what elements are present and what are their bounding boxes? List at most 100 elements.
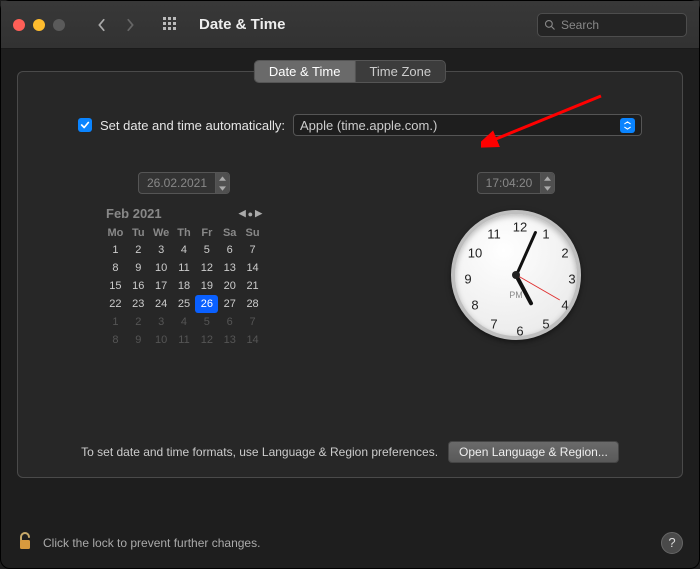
- clock-number: 8: [471, 298, 478, 313]
- clock-number: 4: [561, 298, 568, 313]
- calendar-day[interactable]: 8: [104, 259, 127, 277]
- clock-minute-hand: [515, 231, 537, 276]
- calendar-day[interactable]: 4: [173, 241, 196, 259]
- calendar-day[interactable]: 5: [195, 313, 218, 331]
- time-server-field[interactable]: Apple (time.apple.com.): [293, 114, 642, 136]
- clock-number: 7: [490, 317, 497, 332]
- help-button[interactable]: ?: [661, 532, 683, 554]
- calendar-day[interactable]: 13: [218, 331, 241, 349]
- calendar-day[interactable]: 2: [127, 241, 150, 259]
- nav-arrows: [89, 14, 143, 36]
- calendar-day[interactable]: 5: [195, 241, 218, 259]
- calendar-day[interactable]: 1: [104, 313, 127, 331]
- calendar-day[interactable]: 4: [173, 313, 196, 331]
- calendar-day[interactable]: 27: [218, 295, 241, 313]
- zoom-window-button[interactable]: [53, 19, 65, 31]
- calendar-day[interactable]: 1: [104, 241, 127, 259]
- calendar-title: Feb 2021: [106, 206, 162, 221]
- date-column: 26.02.2021 Feb 2021 ◀ ● ▶ MoTuWeThFrSaSu…: [18, 172, 350, 349]
- lock-icon[interactable]: [17, 531, 33, 554]
- calendar-dow: Sa: [218, 225, 241, 241]
- calendar-day[interactable]: 10: [150, 259, 173, 277]
- auto-time-label: Set date and time automatically:: [100, 118, 285, 133]
- clock-number: 2: [561, 246, 568, 261]
- date-stepper[interactable]: [215, 173, 229, 193]
- calendar: Feb 2021 ◀ ● ▶ MoTuWeThFrSaSu12345678910…: [104, 206, 264, 349]
- date-step-down-icon[interactable]: [216, 183, 229, 193]
- calendar-day[interactable]: 2: [127, 313, 150, 331]
- calendar-day[interactable]: 25: [173, 295, 196, 313]
- calendar-dow: Tu: [127, 225, 150, 241]
- calendar-day[interactable]: 21: [241, 277, 264, 295]
- calendar-prev-icon[interactable]: ◀: [239, 208, 246, 219]
- calendar-day[interactable]: 16: [127, 277, 150, 295]
- calendar-day[interactable]: 3: [150, 241, 173, 259]
- clock-ampm: PM: [509, 290, 523, 300]
- calendar-day[interactable]: 28: [241, 295, 264, 313]
- calendar-day[interactable]: 6: [218, 241, 241, 259]
- forward-button[interactable]: [117, 14, 143, 36]
- calendar-day[interactable]: 19: [195, 277, 218, 295]
- calendar-day[interactable]: 22: [104, 295, 127, 313]
- time-value: 17:04:20: [478, 176, 541, 190]
- analog-clock: PM 121234567891011: [451, 210, 581, 340]
- calendar-day[interactable]: 7: [241, 241, 264, 259]
- calendar-day[interactable]: 7: [241, 313, 264, 331]
- open-language-region-button[interactable]: Open Language & Region...: [448, 441, 619, 463]
- close-window-button[interactable]: [13, 19, 25, 31]
- calendar-day[interactable]: 9: [127, 259, 150, 277]
- calendar-day[interactable]: 9: [127, 331, 150, 349]
- time-server-disclosure-icon[interactable]: [620, 118, 635, 133]
- format-hint: To set date and time formats, use Langua…: [81, 445, 438, 459]
- titlebar: Date & Time Search: [1, 1, 699, 49]
- calendar-day[interactable]: 14: [241, 331, 264, 349]
- date-field[interactable]: 26.02.2021: [138, 172, 230, 194]
- calendar-day[interactable]: 20: [218, 277, 241, 295]
- calendar-day[interactable]: 12: [195, 331, 218, 349]
- show-all-prefs-button[interactable]: [163, 17, 179, 33]
- calendar-dow: Su: [241, 225, 264, 241]
- calendar-day[interactable]: 23: [127, 295, 150, 313]
- date-step-up-icon[interactable]: [216, 173, 229, 183]
- time-field[interactable]: 17:04:20: [477, 172, 556, 194]
- tab-date-time[interactable]: Date & Time: [255, 61, 356, 82]
- calendar-day[interactable]: 14: [241, 259, 264, 277]
- clock-number: 9: [464, 272, 471, 287]
- time-step-down-icon[interactable]: [541, 183, 554, 193]
- tab-time-zone[interactable]: Time Zone: [355, 61, 445, 82]
- calendar-day[interactable]: 17: [150, 277, 173, 295]
- calendar-day[interactable]: 10: [150, 331, 173, 349]
- calendar-day[interactable]: 6: [218, 313, 241, 331]
- time-column: 17:04:20 PM 121234567891011: [350, 172, 682, 349]
- tab-bar: Date & Time Time Zone: [254, 60, 446, 83]
- window-title: Date & Time: [199, 16, 285, 33]
- calendar-dow: Th: [173, 225, 196, 241]
- auto-time-checkbox[interactable]: [78, 118, 92, 132]
- back-button[interactable]: [89, 14, 115, 36]
- calendar-day[interactable]: 3: [150, 313, 173, 331]
- calendar-today-icon[interactable]: ●: [248, 209, 253, 219]
- calendar-day[interactable]: 26: [195, 295, 218, 313]
- calendar-day[interactable]: 15: [104, 277, 127, 295]
- search-icon: [544, 19, 556, 31]
- calendar-day[interactable]: 24: [150, 295, 173, 313]
- calendar-day[interactable]: 11: [173, 331, 196, 349]
- clock-pivot: [512, 271, 520, 279]
- time-step-up-icon[interactable]: [541, 173, 554, 183]
- calendar-day[interactable]: 12: [195, 259, 218, 277]
- calendar-next-icon[interactable]: ▶: [255, 208, 262, 219]
- search-input[interactable]: Search: [537, 13, 687, 37]
- time-stepper[interactable]: [540, 173, 554, 193]
- clock-number: 3: [568, 272, 575, 287]
- calendar-day[interactable]: 18: [173, 277, 196, 295]
- minimize-window-button[interactable]: [33, 19, 45, 31]
- clock-number: 12: [513, 220, 527, 235]
- calendar-day[interactable]: 8: [104, 331, 127, 349]
- clock-number: 11: [487, 226, 501, 241]
- auto-time-row: Set date and time automatically: Apple (…: [78, 114, 642, 136]
- clock-number: 5: [542, 317, 549, 332]
- clock-number: 1: [542, 226, 549, 241]
- calendar-day[interactable]: 13: [218, 259, 241, 277]
- calendar-day[interactable]: 11: [173, 259, 196, 277]
- window-controls: [13, 19, 65, 31]
